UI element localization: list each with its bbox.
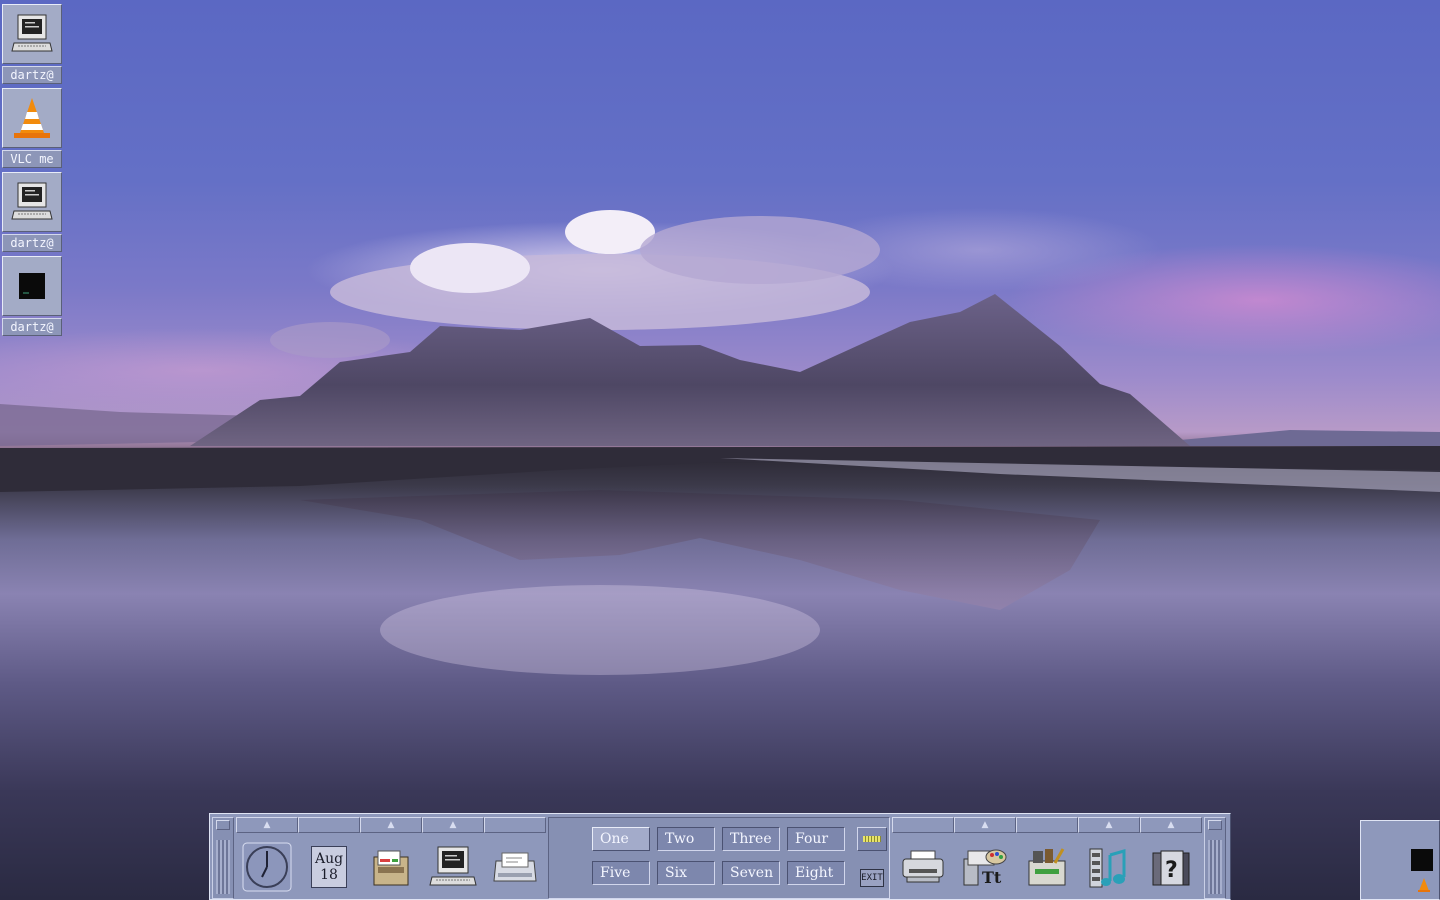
vlc-cone-icon xyxy=(2,88,62,148)
subpanel-arrow-media[interactable]: ▲ xyxy=(1078,817,1140,833)
front-panel: ▲ ▲ ▲ Aug 18 One Two Three Four Five Six… xyxy=(209,813,1231,900)
calendar-day: 18 xyxy=(320,867,338,883)
file-manager-icon[interactable] xyxy=(362,836,420,898)
media-player-icon[interactable] xyxy=(1080,836,1138,898)
desktop-icon-terminal-2[interactable]: dartz@ xyxy=(2,172,62,254)
minimized-window-box[interactable] xyxy=(1360,820,1440,900)
subpanel-arrows-right: ▲ ▲ ▲ xyxy=(892,817,1202,833)
black-terminal-icon xyxy=(2,256,62,316)
desktop-icon-label: dartz@ xyxy=(2,66,62,84)
mailer-icon[interactable] xyxy=(486,836,544,898)
panel-menu-button[interactable] xyxy=(1208,820,1222,830)
desktop-icon-terminal-1[interactable]: dartz@ xyxy=(2,4,62,86)
terminal-icon[interactable] xyxy=(424,836,482,898)
desktop-background xyxy=(0,0,1440,900)
workspace-button-three[interactable]: Three xyxy=(722,827,780,851)
terminal-computer-icon xyxy=(2,4,62,64)
workspace-button-seven[interactable]: Seven xyxy=(722,861,780,885)
wallpaper-landscape xyxy=(0,210,1440,675)
desktop-icon-label: VLC me xyxy=(2,150,62,168)
clock-icon[interactable] xyxy=(238,836,296,898)
subpanel-arrow-apps[interactable] xyxy=(1016,817,1078,833)
subpanel-arrow-files[interactable]: ▲ xyxy=(360,817,422,833)
printer-icon[interactable] xyxy=(894,836,952,898)
calendar-icon[interactable]: Aug 18 xyxy=(300,836,358,898)
black-terminal-icon xyxy=(1411,849,1433,871)
vlc-cone-icon xyxy=(1418,878,1430,892)
app-manager-icon[interactable] xyxy=(1018,836,1076,898)
desktop-icon-label: dartz@ xyxy=(2,318,62,336)
workspace-button-six[interactable]: Six xyxy=(657,861,715,885)
calendar-month: Aug xyxy=(314,851,344,867)
desktop-icon-vlc[interactable]: VLC me xyxy=(2,88,62,170)
subpanel-arrow-style[interactable]: ▲ xyxy=(954,817,1016,833)
desktop-icon-terminal-3[interactable]: dartz@ xyxy=(2,256,62,338)
svg-text:Tt: Tt xyxy=(982,868,1002,887)
workspace-button-eight[interactable]: Eight xyxy=(787,861,845,885)
workspace-button-two[interactable]: Two xyxy=(657,827,715,851)
busy-light-icon xyxy=(857,827,887,851)
subpanel-arrow-calendar[interactable] xyxy=(298,817,360,833)
style-manager-icon[interactable]: Tt xyxy=(956,836,1014,898)
help-icon[interactable]: ? xyxy=(1142,836,1200,898)
workspace-button-one[interactable]: One xyxy=(592,827,650,851)
workspace-button-four[interactable]: Four xyxy=(787,827,845,851)
subpanel-arrows-left: ▲ ▲ ▲ xyxy=(236,817,546,833)
workspace-button-five[interactable]: Five xyxy=(592,861,650,885)
subpanel-arrow-terminal[interactable]: ▲ xyxy=(422,817,484,833)
desktop-icon-label: dartz@ xyxy=(2,234,62,252)
minimize-panel-button[interactable] xyxy=(216,820,230,830)
subpanel-arrow-printer[interactable] xyxy=(892,817,954,833)
subpanel-arrow-mail[interactable] xyxy=(484,817,546,833)
terminal-computer-icon xyxy=(2,172,62,232)
svg-text:?: ? xyxy=(1165,858,1178,883)
subpanel-arrow-help[interactable]: ▲ xyxy=(1140,817,1202,833)
exit-button[interactable]: EXIT xyxy=(860,869,884,887)
subpanel-arrow-clock[interactable]: ▲ xyxy=(236,817,298,833)
